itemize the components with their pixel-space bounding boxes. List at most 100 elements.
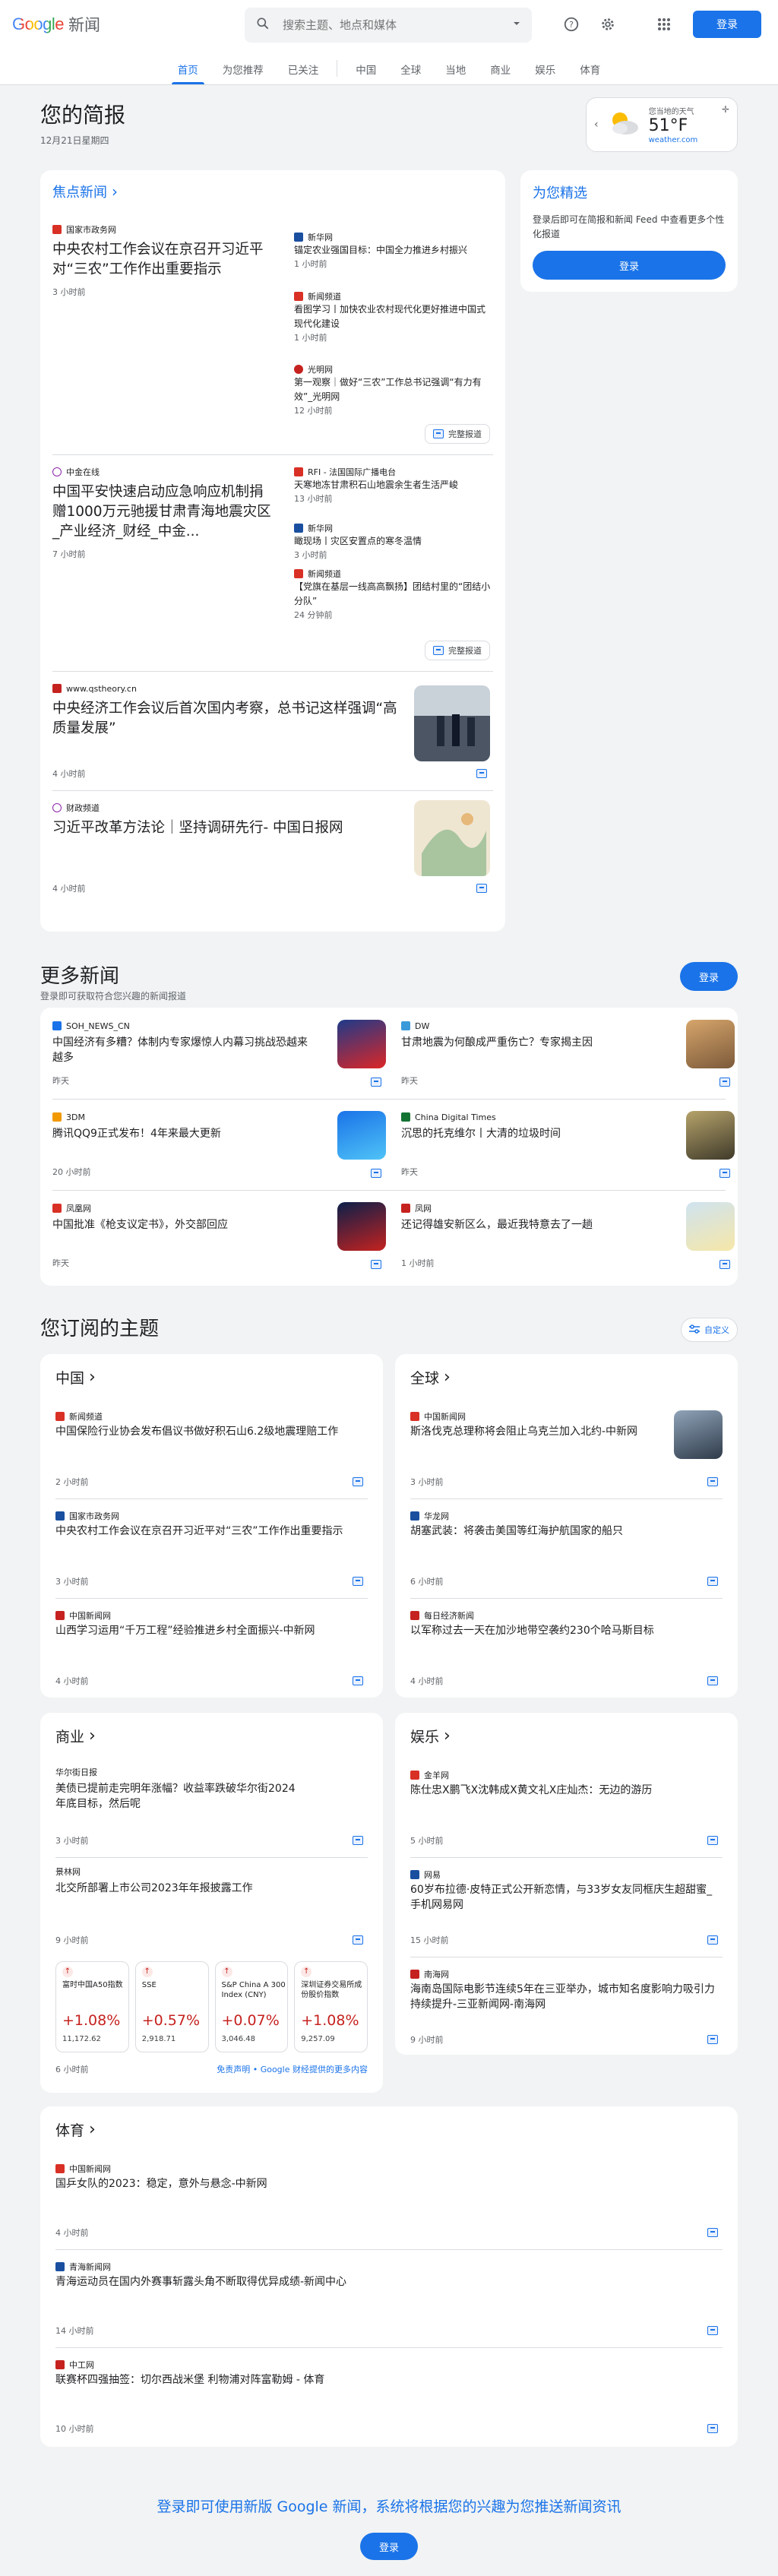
story-title[interactable]: 第一观察｜做好“三农”工作总书记强调“有力有效”_光明网 (294, 375, 493, 404)
story-title[interactable]: 中国批准《枪支议定书》，外交部回应 (52, 1217, 311, 1233)
topic-story[interactable]: 每日经济新闻 以军称过去一天在加沙地带空袭约230个哈马斯目标 4 小时前 (410, 1599, 723, 1698)
topic-story[interactable]: 新闻频道 中国保险行业协会发布倡议书做好积石山6.2级地震理赔工作 2 小时前 (55, 1400, 368, 1498)
topic-story[interactable]: 金羊网 陈仕忠X鹏飞X沈韩成X黄文礼X庄灿杰：无边的游历 5 小时前 (410, 1758, 723, 1857)
gear-icon[interactable] (599, 15, 617, 33)
story-title[interactable]: 中央农村工作会议在京召开习近平对“三农”工作作出重要指示 (55, 1524, 368, 1539)
coverage-icon[interactable] (353, 1676, 363, 1685)
story-title[interactable]: 斯洛伐克总理称将会阻止乌克兰加入北约-中新网 (410, 1424, 662, 1439)
coverage-icon[interactable] (476, 769, 487, 778)
topic-story[interactable]: 华龙网 胡塞武装：将袭击美国等红海护航国家的船只 6 小时前 (410, 1499, 723, 1598)
coverage-icon[interactable] (353, 1836, 363, 1845)
story-title[interactable]: 还记得雄安新区么，最近我特意去了一趟 (401, 1217, 659, 1233)
story-title[interactable]: 60岁布拉德·皮特正式公开新恋情，与33岁女友同框庆生超甜蜜_手机网易网 (410, 1882, 723, 1913)
side-story[interactable]: 光明网 第一观察｜做好“三农”工作总书记强调“有力有效”_光明网 12 小时前 (294, 363, 493, 424)
more-news-item[interactable]: China Digital Times 沉思的托克维尔丨大清的垃圾时间 昨天 (401, 1099, 738, 1190)
story-title[interactable]: 北交所部署上市公司2023年年报披露工作 (55, 1881, 305, 1896)
story-thumbnail[interactable] (686, 1202, 735, 1251)
story-title[interactable]: 胡塞武装：将袭击美国等红海护航国家的船只 (410, 1524, 723, 1539)
story-title[interactable]: 山西学习运用“千万工程”经验推进乡村全面振兴-中新网 (55, 1623, 368, 1638)
tab-local[interactable]: 当地 (433, 48, 478, 84)
stock-tile[interactable]: ↑ 富时中国A50指数 +1.08% 11,172.62 (55, 1961, 129, 2052)
cluster-main-story[interactable]: 中金在线 中国平安快速启动应急响应机制捐赠1000万元驰援甘肃青海地震灾区_产业… (52, 466, 273, 560)
topic-header-link[interactable]: 娱乐 › (410, 1713, 723, 1758)
story-title[interactable]: 天寒地冻甘肃积石山地震余生者生活严峻 (294, 478, 493, 492)
side-story[interactable]: 新闻频道 看图学习丨加快农业农村现代化更好推进中国式现代化建设 1 小时前 (294, 290, 493, 363)
tab-following[interactable]: 已关注 (276, 48, 331, 84)
story-title[interactable]: 腾讯QQ9正式发布！4年来最大更新 (52, 1126, 311, 1141)
help-icon[interactable]: ? (562, 15, 580, 33)
story-title[interactable]: 中国保险行业协会发布倡议书做好积石山6.2级地震理赔工作 (55, 1424, 368, 1439)
single-story[interactable]: 财政频道 习近平改革方法论｜坚持调研先行- 中国日报网 4 小时前 (52, 791, 493, 905)
tab-sports[interactable]: 体育 (568, 48, 612, 84)
stock-tile[interactable]: ↑ S&P China A 300 Index (CNY) +0.07% 3,0… (214, 1961, 289, 2052)
logo[interactable]: Google 新闻 (12, 13, 240, 36)
coverage-icon[interactable] (353, 1935, 363, 1945)
coverage-icon[interactable] (371, 1169, 381, 1178)
story-title[interactable]: 中国经济有多糟？体制内专家爆惊人内幕习挑战恐越来越多 (52, 1035, 311, 1065)
topic-story[interactable]: 青海新闻网 青海运动员在国内外赛事斩露头角不断取得优异成绩-新闻中心 14 小时… (55, 2250, 723, 2347)
story-thumbnail[interactable] (674, 1410, 723, 1459)
topic-story[interactable]: 南海网 海南岛国际电影节连续5年在三亚举办，城市知名度影响力吸引力持续提升-三亚… (410, 1957, 723, 2056)
topic-story[interactable]: 网易 60岁布拉德·皮特正式公开新恋情，与33岁女友同框庆生超甜蜜_手机网易网 … (410, 1858, 723, 1957)
coverage-icon[interactable] (707, 1935, 718, 1945)
story-title[interactable]: 看图学习丨加快农业农村现代化更好推进中国式现代化建设 (294, 302, 493, 331)
finance-disclaimer-link[interactable]: 免责声明 • Google 财经提供的更多内容 (217, 2063, 368, 2075)
story-thumbnail[interactable] (414, 800, 490, 876)
tab-china[interactable]: 中国 (343, 48, 388, 84)
story-title[interactable]: 瞰现场丨灾区安置点的寒冬温情 (294, 534, 493, 549)
coverage-icon[interactable] (719, 1078, 730, 1087)
coverage-icon[interactable] (371, 1260, 381, 1269)
full-coverage-button[interactable]: 完整报道 (425, 641, 490, 660)
coverage-icon[interactable] (353, 1577, 363, 1586)
coverage-icon[interactable] (371, 1078, 381, 1087)
topic-story[interactable]: 国家市政务网 中央农村工作会议在京召开习近平对“三农”工作作出重要指示 3 小时… (55, 1499, 368, 1598)
search-box[interactable] (245, 8, 532, 43)
coverage-icon[interactable] (707, 1577, 718, 1586)
tab-entertainment[interactable]: 娱乐 (523, 48, 568, 84)
story-title[interactable]: 习近平改革方法论｜坚持调研先行- 中国日报网 (52, 818, 410, 838)
unit-toggle-icon[interactable]: ✛ (722, 104, 729, 115)
topic-story[interactable]: 中工网 联赛杯四强抽签：切尔西战米堡 利物浦对阵富勒姆 - 体育 10 小时前 (55, 2348, 723, 2445)
topic-story[interactable]: 景林网 北交所部署上市公司2023年年报披露工作 9 小时前 (55, 1858, 368, 1957)
topic-story[interactable]: 中国新闻网 国乒女队的2023：稳定，意外与悬念-中新网 4 小时前 (55, 2152, 723, 2249)
story-thumbnail[interactable] (337, 1202, 386, 1251)
story-title[interactable]: 沉思的托克维尔丨大清的垃圾时间 (401, 1126, 659, 1141)
headlines-link[interactable]: 焦点新闻 › (52, 170, 493, 213)
weather-source[interactable]: weather.com (649, 136, 716, 144)
story-title[interactable]: 锚定农业强国目标：中国全力推进乡村振兴 (294, 243, 493, 258)
coverage-icon[interactable] (707, 2228, 718, 2237)
more-news-item[interactable]: DW 甘肃地震为何酿成严重伤亡？专家揭主因 昨天 (401, 1008, 738, 1099)
customize-button[interactable]: 自定义 (681, 1318, 738, 1342)
side-story[interactable]: 新华网 瞰现场丨灾区安置点的寒冬温情 3 小时前 (294, 522, 493, 568)
full-coverage-button[interactable]: 完整报道 (425, 424, 490, 444)
coverage-icon[interactable] (707, 2424, 718, 2433)
weather-widget[interactable]: ‹ 您当地的天气 51°F weather.com ✛ (586, 97, 738, 152)
story-thumbnail[interactable] (414, 685, 490, 761)
story-title[interactable]: 联赛杯四强抽签：切尔西战米堡 利物浦对阵富勒姆 - 体育 (55, 2372, 589, 2388)
more-news-signin-button[interactable]: 登录 (680, 962, 738, 991)
coverage-icon[interactable] (719, 1260, 730, 1269)
side-story[interactable]: 新华网 锚定农业强国目标：中国全力推进乡村振兴 1 小时前 (294, 231, 493, 290)
story-title[interactable]: 美债已提前走完明年涨幅？收益率跌破华尔街2024年底目标，然后呢 (55, 1781, 305, 1812)
search-icon[interactable] (255, 16, 270, 34)
picks-signin-button[interactable]: 登录 (533, 251, 726, 280)
coverage-icon[interactable] (476, 884, 487, 893)
footer-signin-button[interactable]: 登录 (360, 2533, 418, 2560)
topic-header-link[interactable]: 体育 › (55, 2106, 723, 2152)
story-title[interactable]: 甘肃地震为何酿成严重伤亡？专家揭主因 (401, 1035, 659, 1050)
signin-button[interactable]: 登录 (693, 11, 761, 38)
cluster-main-story[interactable]: 国家市政务网 中央农村工作会议在京召开习近平对“三农”工作作出重要指示 3 小时… (52, 223, 273, 298)
coverage-icon[interactable] (707, 1836, 718, 1845)
topic-story[interactable]: 华尔街日报 美债已提前走完明年涨幅？收益率跌破华尔街2024年底目标，然后呢 3… (55, 1758, 368, 1857)
story-title[interactable]: 中国平安快速启动应急响应机制捐赠1000万元驰援甘肃青海地震灾区_产业经济_财经… (52, 483, 273, 542)
story-thumbnail[interactable] (337, 1020, 386, 1068)
chevron-left-icon[interactable]: ‹ (594, 119, 599, 131)
topic-header-link[interactable]: 中国 › (55, 1354, 368, 1400)
stock-tile[interactable]: ↑ SSE +0.57% 2,918.71 (134, 1961, 209, 2052)
tab-world[interactable]: 全球 (388, 48, 433, 84)
topic-story[interactable]: 中国新闻网 斯洛伐克总理称将会阻止乌克兰加入北约-中新网 3 小时前 (410, 1400, 723, 1498)
tab-business[interactable]: 商业 (478, 48, 523, 84)
story-title[interactable]: 中央农村工作会议在京召开习近平对“三农”工作作出重要指示 (52, 240, 273, 280)
story-title[interactable]: 海南岛国际电影节连续5年在三亚举办，城市知名度影响力吸引力持续提升-三亚新闻网-… (410, 1982, 723, 2012)
coverage-icon[interactable] (719, 1169, 730, 1178)
